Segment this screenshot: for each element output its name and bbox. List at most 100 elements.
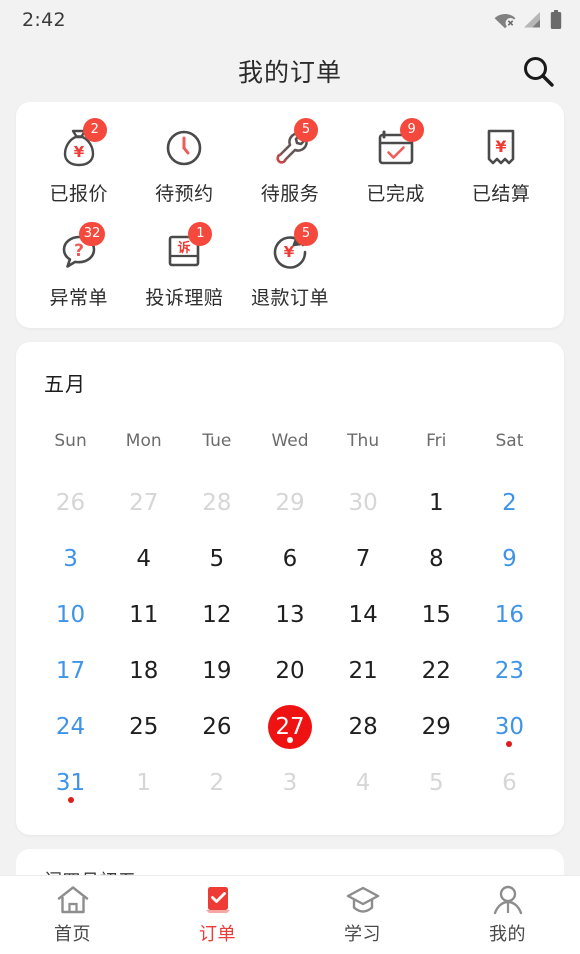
calendar-day-cell[interactable]: 17 — [34, 649, 107, 705]
status-item-settled[interactable]: ¥ 已结算 — [448, 124, 554, 206]
graduation-cap-icon — [346, 886, 379, 913]
status-item-quoted[interactable]: ¥ 2 已报价 — [26, 118, 132, 206]
status-item-abnormal[interactable]: ? 32 异常单 — [26, 222, 132, 310]
calendar-day-cell[interactable]: 26 — [180, 705, 253, 761]
calendar-day-cell[interactable]: 12 — [180, 593, 253, 649]
calendar-day-cell[interactable]: 20 — [253, 649, 326, 705]
calendar-day-cell[interactable]: 16 — [473, 593, 546, 649]
tab-label: 订单 — [199, 924, 236, 945]
calendar-day-number: 16 — [494, 602, 525, 628]
status-item-pending-appointment[interactable]: 待预约 — [132, 124, 238, 206]
calendar-day-cell[interactable]: 21 — [327, 649, 400, 705]
status-item-label: 异常单 — [49, 287, 109, 309]
status-item-label: 待服务 — [260, 183, 320, 205]
calendar-day-number: 1 — [428, 490, 444, 516]
status-item-label: 已完成 — [366, 183, 425, 205]
calendar-day-cell[interactable]: 14 — [327, 593, 400, 649]
calendar-day-cell[interactable]: 11 — [107, 593, 180, 649]
calendar-day-cell[interactable]: 15 — [400, 593, 473, 649]
calendar-day-number: 10 — [55, 602, 86, 628]
svg-text:¥: ¥ — [496, 137, 507, 156]
calendar-weekday-tue: Tue — [202, 431, 232, 451]
calendar-day-cell[interactable]: 10 — [34, 593, 107, 649]
calendar-grid[interactable]: Sun Mon Tue Wed Thu Fri Sat 26 27 28 29 30 1 2… — [34, 431, 546, 817]
calendar-day-cell[interactable]: 25 — [107, 705, 180, 761]
calendar-weekday-mon: Mon — [125, 431, 162, 451]
icon-wrapper: ¥ — [473, 124, 529, 172]
calendar-day-number: 7 — [355, 546, 371, 572]
calendar-day-number: 15 — [421, 602, 451, 628]
calendar-day-number: 6 — [502, 770, 517, 796]
calendar-day-cell[interactable]: 13 — [253, 593, 326, 649]
calendar-day-number: 25 — [129, 714, 159, 740]
app-screen: 2:42 我的订单 ¥ 2 已报价 待预约 5 待服务 9 已完成 ¥ 已结算 … — [0, 0, 580, 954]
calendar-day-number: 23 — [494, 658, 525, 684]
calendar-day-cell[interactable]: 4 — [107, 537, 180, 593]
receipt-yuan-icon: ¥ — [487, 129, 515, 165]
calendar-day-cell[interactable]: 2 — [180, 761, 253, 817]
calendar-day-number: 2 — [502, 490, 517, 516]
calendar-day-cell[interactable]: 5 — [180, 537, 253, 593]
calendar-day-cell[interactable]: 29 — [253, 481, 326, 537]
calendar-day-cell[interactable]: 30 — [327, 481, 400, 537]
calendar-day-cell[interactable]: 26 — [34, 481, 107, 537]
calendar-day-cell[interactable]: 3 — [253, 761, 326, 817]
calendar-day-cell[interactable]: 7 — [327, 537, 400, 593]
calendar-day-number: 18 — [129, 658, 159, 684]
calendar-day-number: 4 — [136, 546, 152, 572]
status-item-pending-service[interactable]: 5 待服务 — [237, 118, 343, 206]
calendar-day-number: 4 — [355, 770, 371, 796]
svg-text:诉: 诉 — [178, 240, 191, 256]
calendar-day-cell[interactable]: 27 — [107, 481, 180, 537]
calendar-day-cell[interactable]: 4 — [327, 761, 400, 817]
calendar-day-cell[interactable]: 19 — [180, 649, 253, 705]
status-badge: 9 — [399, 118, 424, 142]
calendar-day-number: 30 — [348, 490, 378, 516]
calendar-day-cell[interactable]: 3 — [34, 537, 107, 593]
status-item-label: 退款订单 — [250, 287, 329, 309]
calendar-day-number: 29 — [275, 490, 305, 516]
calendar-weekday-fri: Fri — [426, 431, 447, 451]
calendar-day-cell[interactable]: 1 — [400, 481, 473, 537]
scroll-content[interactable]: ¥ 2 已报价 待预约 5 待服务 9 已完成 ¥ 已结算 ? 32 异常单 诉… — [0, 102, 580, 938]
calendar-day-cell[interactable]: 31 — [34, 761, 107, 817]
calendar-day-number: 1 — [136, 770, 152, 796]
calendar-day-cell[interactable]: 24 — [34, 705, 107, 761]
calendar-day-cell[interactable]: 8 — [400, 537, 473, 593]
icon-wrapper: ¥ 5 — [262, 222, 318, 276]
icon-wrapper: 5 — [262, 118, 318, 172]
calendar-day-cell[interactable]: 28 — [180, 481, 253, 537]
calendar-day-cell[interactable]: 18 — [107, 649, 180, 705]
calendar-day-cell[interactable]: 27 — [253, 705, 326, 761]
svg-text:?: ? — [74, 241, 84, 261]
calendar-day-cell[interactable]: 29 — [400, 705, 473, 761]
icon-wrapper — [156, 124, 212, 172]
search-button[interactable] — [516, 49, 560, 93]
tab-orders[interactable]: 订单 — [145, 876, 290, 954]
calendar-day-cell[interactable]: 9 — [473, 537, 546, 593]
status-item-completed[interactable]: 9 已完成 — [343, 118, 449, 206]
calendar-day-cell[interactable]: 22 — [400, 649, 473, 705]
calendar-day-cell[interactable]: 5 — [400, 761, 473, 817]
calendar-day-number: 28 — [202, 490, 232, 516]
calendar-day-cell[interactable]: 30 — [473, 705, 546, 761]
tab-study[interactable]: 学习 — [290, 876, 435, 954]
calendar-day-cell[interactable]: 23 — [473, 649, 546, 705]
tab-home[interactable]: 首页 — [0, 876, 145, 954]
calendar-day-cell[interactable]: 6 — [473, 761, 546, 817]
status-item-complaint[interactable]: 诉 1 投诉理赔 — [132, 222, 238, 310]
wifi-off-icon — [494, 14, 516, 29]
status-item-refund[interactable]: ¥ 5 退款订单 — [237, 222, 343, 310]
calendar-day-cell[interactable]: 6 — [253, 537, 326, 593]
icon-wrapper: 诉 1 — [156, 222, 213, 276]
signal-icon — [524, 12, 540, 28]
svg-text:¥: ¥ — [74, 143, 85, 161]
calendar-day-cell[interactable]: 1 — [107, 761, 180, 817]
calendar-day-cell[interactable]: 2 — [473, 481, 546, 537]
calendar-day-marker-dot — [67, 797, 74, 803]
calendar-day-number: 2 — [209, 770, 225, 796]
tab-mine[interactable]: 我的 — [435, 876, 580, 954]
calendar-day-cell[interactable]: 28 — [327, 705, 400, 761]
calendar-day-number: 29 — [421, 714, 451, 740]
calendar-day-number: 26 — [55, 490, 86, 516]
